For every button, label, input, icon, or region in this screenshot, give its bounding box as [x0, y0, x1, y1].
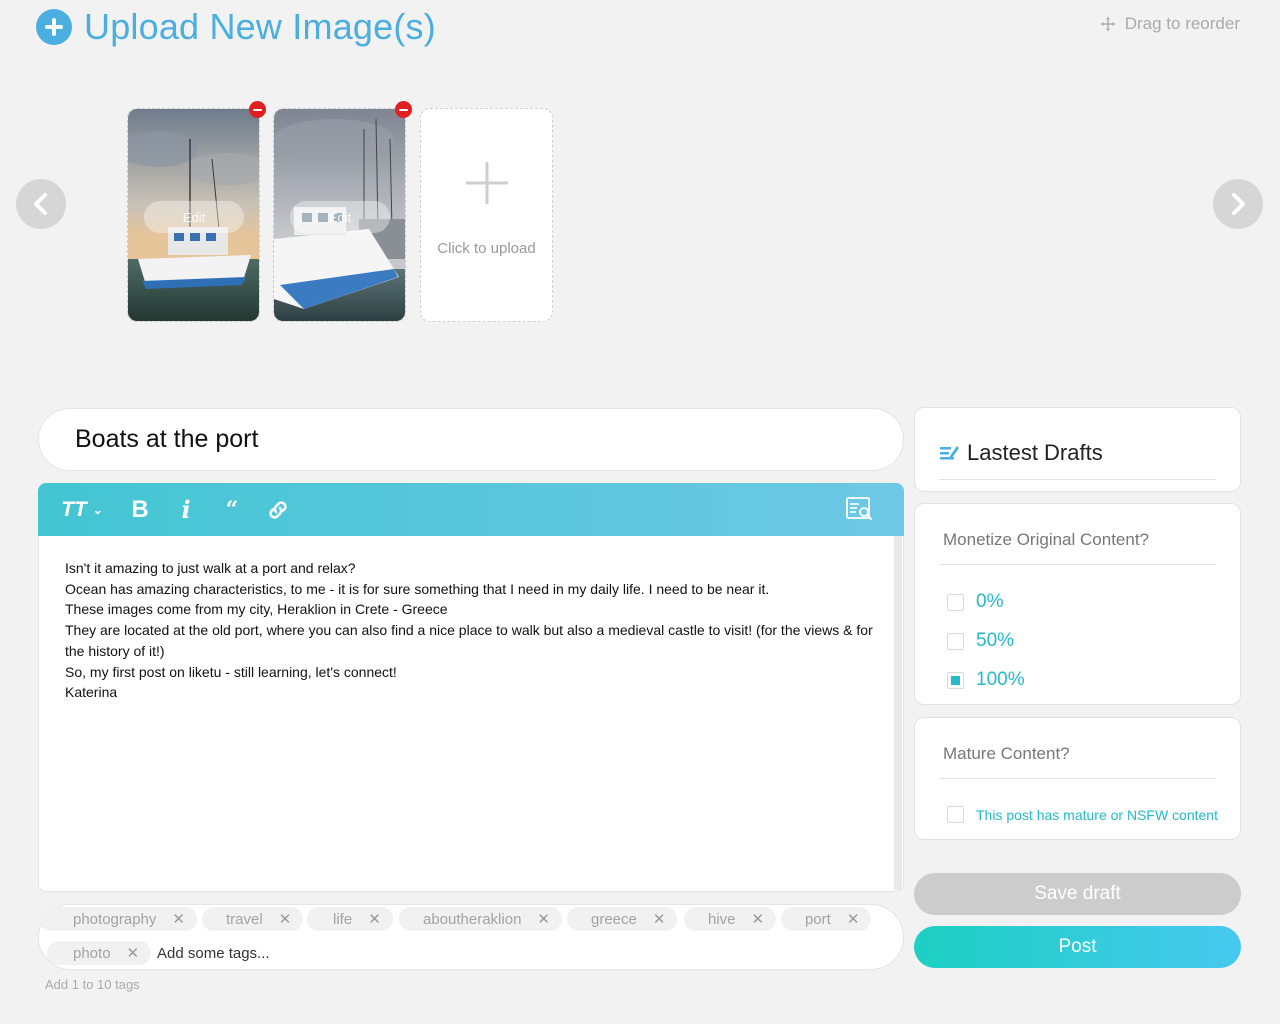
body-line: So, my first post on liketu - still lear… [65, 663, 397, 680]
mature-option[interactable]: This post has mature or NSFW content [947, 806, 1218, 823]
bold-label: B [131, 495, 149, 523]
add-tag-input[interactable] [157, 945, 457, 962]
link-button[interactable] [260, 490, 296, 530]
editor-scrollbar[interactable] [894, 536, 902, 890]
tag-label: travel [226, 910, 263, 928]
close-icon[interactable]: ✕ [368, 910, 381, 928]
checkbox[interactable] [947, 806, 964, 823]
monetize-option-0[interactable]: 0% [947, 591, 1003, 613]
latest-drafts-header[interactable]: Lastest Drafts [939, 440, 1103, 466]
body-line: These images come from my city, Heraklio… [65, 601, 448, 618]
text-size-button[interactable]: TT ⌄ [54, 490, 110, 530]
close-icon[interactable]: ✕ [537, 910, 550, 928]
remove-image-button-1[interactable] [249, 101, 266, 118]
close-icon[interactable]: ✕ [172, 910, 185, 928]
divider [939, 479, 1216, 480]
body-line: Katerina [65, 684, 118, 701]
monetize-option-50[interactable]: 50% [947, 630, 1014, 652]
upload-label: Click to upload [437, 240, 536, 257]
link-icon [269, 500, 287, 519]
italic-button[interactable]: i [168, 490, 204, 530]
tag-chip: port ✕ [781, 907, 872, 931]
post-body-editor[interactable]: Isn't it amazing to just walk at a port … [38, 536, 904, 892]
upload-tile[interactable]: Click to upload [420, 108, 553, 322]
text-size-label: TT [61, 497, 87, 521]
post-button[interactable]: Post [914, 926, 1241, 968]
post-body-text: Isn't it amazing to just walk at a port … [65, 558, 875, 703]
option-label: 100% [976, 669, 1025, 690]
edit-label: Edit [328, 209, 352, 225]
image-thumbnail-2[interactable]: Edit [273, 108, 406, 322]
tag-label: photo [73, 944, 111, 962]
checkbox[interactable] [947, 671, 964, 689]
body-line: Ocean has amazing characteristics, to me… [65, 580, 770, 597]
preview-button[interactable] [844, 494, 874, 524]
edit-image-button-1[interactable]: Edit [144, 201, 244, 233]
close-icon[interactable]: ✕ [279, 910, 292, 928]
plus-circle-icon[interactable] [36, 9, 72, 45]
tag-label: greece [591, 910, 637, 928]
tag-chip: life ✕ [307, 907, 393, 931]
chevron-right-icon [1232, 193, 1245, 215]
carousel-prev-button[interactable] [16, 179, 66, 229]
chevron-left-icon [34, 193, 47, 215]
close-icon[interactable]: ✕ [653, 910, 666, 928]
mature-content-card: Mature Content? This post has mature or … [914, 717, 1241, 840]
tag-label: photography [73, 910, 157, 928]
close-icon[interactable]: ✕ [752, 910, 765, 928]
tag-chip: greece ✕ [567, 907, 678, 931]
quote-button[interactable]: “ [214, 490, 250, 530]
remove-image-button-2[interactable] [395, 101, 412, 118]
image-thumbnail-1[interactable]: Edit [127, 108, 260, 322]
move-icon [1100, 16, 1116, 32]
option-label: This post has mature or NSFW content [976, 806, 1218, 823]
close-icon[interactable]: ✕ [127, 944, 140, 962]
monetize-card: Monetize Original Content? 0% 50% 100% [914, 503, 1241, 705]
tags-input-area[interactable]: photography ✕ travel ✕ life ✕ aboutherak… [38, 904, 904, 970]
monetize-option-100[interactable]: 100% [947, 669, 1025, 691]
tag-chip: aboutheraklion ✕ [399, 907, 562, 931]
carousel-next-button[interactable] [1213, 179, 1263, 229]
mature-title: Mature Content? [943, 744, 1070, 763]
latest-drafts-card[interactable]: Lastest Drafts [914, 407, 1241, 492]
bold-button[interactable]: B [122, 490, 158, 530]
divider [939, 564, 1216, 565]
plus-icon [466, 162, 508, 204]
tags-hint: Add 1 to 10 tags [45, 977, 140, 992]
body-line: They are located at the old port, where … [65, 622, 873, 659]
checkbox[interactable] [947, 593, 964, 611]
tag-label: aboutheraklion [423, 910, 522, 928]
page-title: Upload New Image(s) [84, 6, 436, 47]
tag-label: life [333, 910, 353, 928]
save-draft-button[interactable]: Save draft [914, 873, 1241, 915]
tag-label: port [805, 910, 831, 928]
monetize-title: Monetize Original Content? [943, 530, 1150, 549]
body-line: Isn't it amazing to just walk at a port … [65, 560, 356, 576]
edit-image-button-2[interactable]: Edit [290, 201, 390, 233]
italic-label: i [181, 495, 191, 524]
chevron-down-icon: ⌄ [92, 502, 103, 517]
drag-to-reorder-label: Drag to reorder [1124, 14, 1240, 33]
tag-chip: hive ✕ [684, 907, 777, 931]
close-icon[interactable]: ✕ [847, 910, 860, 928]
preview-icon [846, 497, 872, 520]
edit-list-icon [940, 446, 959, 460]
upload-header: Upload New Image(s) [36, 6, 436, 48]
latest-drafts-title: Lastest Drafts [967, 440, 1103, 465]
post-title-input[interactable]: Boats at the port [38, 408, 904, 471]
post-title-text: Boats at the port [75, 425, 259, 453]
tag-chip: photography ✕ [39, 907, 197, 931]
quote-label: “ [225, 496, 239, 523]
drag-to-reorder-hint: Drag to reorder [1099, 14, 1240, 34]
edit-label: Edit [182, 209, 206, 225]
tag-chip: photo ✕ [47, 941, 152, 965]
checkbox[interactable] [947, 632, 964, 650]
divider [939, 778, 1216, 779]
tag-chip: travel ✕ [202, 907, 304, 931]
option-label: 0% [976, 591, 1004, 612]
editor-toolbar: TT ⌄ B i “ [38, 483, 904, 536]
option-label: 50% [976, 630, 1015, 651]
tag-label: hive [708, 910, 736, 928]
